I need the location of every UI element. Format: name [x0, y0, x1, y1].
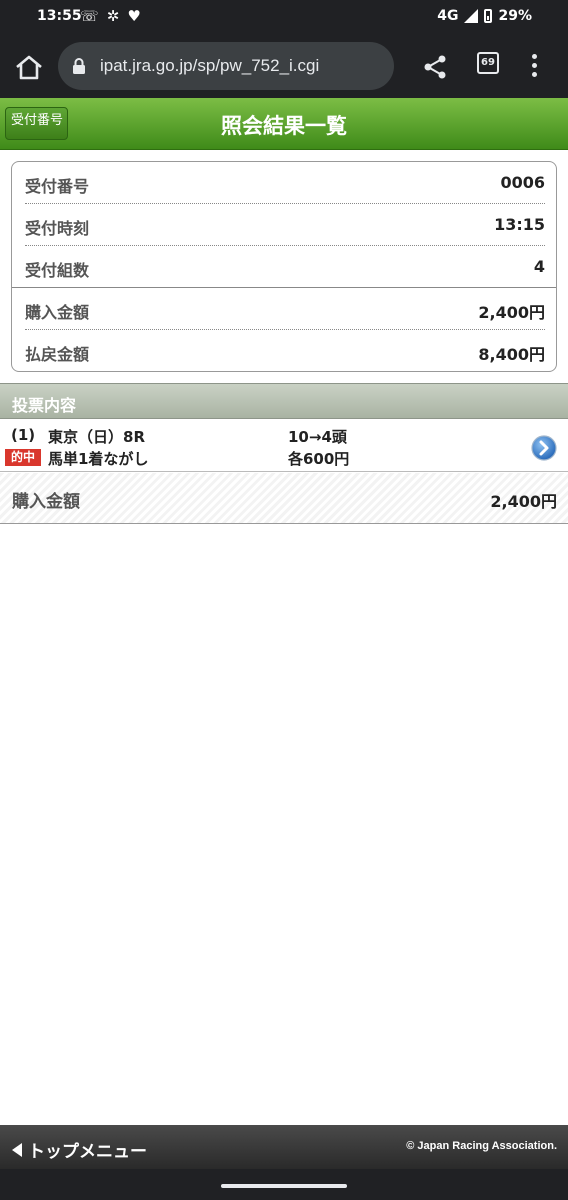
page-header: 受付番号 照会結果一覧 [0, 98, 568, 150]
section-header: 投票内容 [0, 383, 568, 419]
home-icon[interactable] [14, 54, 44, 80]
top-menu-label: トップメニュー [28, 1142, 147, 1162]
info-value: 4 [533, 257, 545, 276]
tab-switcher-button[interactable]: 69 [477, 52, 499, 74]
status-right: 4G 29% [437, 8, 532, 24]
browser-toolbar: ipat.jra.go.jp/sp/pw_752_i.cgi 69 [0, 34, 568, 98]
page-title: 照会結果一覧 [221, 114, 347, 138]
total-label: 購入金額 [12, 492, 80, 512]
status-bar: 13:55 ☏ ✲ ♥ 4G 29% [0, 0, 568, 34]
lock-icon [73, 58, 85, 74]
share-icon[interactable] [422, 54, 448, 80]
info-row-purchase-amount: 購入金額 2,400円 [25, 288, 545, 329]
network-label: 4G [437, 8, 459, 24]
missed-call-icon: ☏ [80, 7, 99, 25]
info-label: 払戻金額 [25, 345, 90, 364]
total-row: 購入金額 2,400円 [0, 473, 568, 524]
battery-percent: 29% [498, 8, 532, 24]
info-label: 受付時刻 [25, 219, 90, 238]
info-label: 受付番号 [25, 177, 90, 196]
copyright-text: © Japan Racing Association. [406, 1140, 557, 1152]
bet-type: 馬単1着ながし [48, 450, 149, 468]
bet-race: 東京（日）8R [48, 428, 145, 446]
info-row-receipt-number: 受付番号 0006 [25, 162, 545, 203]
settings-icon: ✲ [106, 7, 120, 25]
bet-number: (1) [11, 426, 36, 444]
info-label: 受付組数 [25, 261, 90, 280]
info-row-bet-count: 受付組数 4 [25, 246, 545, 287]
bet-list-item[interactable]: (1) 東京（日）8R 的中 馬単1着ながし 10→4頭 各600円 [0, 420, 568, 472]
total-value: 2,400円 [490, 492, 557, 511]
bet-combination: 10→4頭 [288, 428, 347, 446]
top-menu-link[interactable]: トップメニュー [12, 1137, 147, 1162]
address-bar[interactable]: ipat.jra.go.jp/sp/pw_752_i.cgi [58, 42, 394, 90]
gesture-handle[interactable] [221, 1184, 347, 1188]
system-nav-bar [0, 1169, 568, 1200]
info-row-payout-amount: 払戻金額 8,400円 [25, 330, 545, 371]
info-value: 13:15 [494, 215, 545, 234]
overflow-menu-icon[interactable] [530, 54, 538, 78]
info-value: 8,400円 [478, 345, 545, 364]
bet-amount-each: 各600円 [288, 450, 350, 468]
hit-badge: 的中 [5, 449, 41, 466]
info-row-receipt-time: 受付時刻 13:15 [25, 204, 545, 245]
receipt-info-box: 受付番号 0006 受付時刻 13:15 受付組数 4 購入金額 2,400円 … [11, 161, 557, 372]
status-time: 13:55 [37, 8, 82, 24]
status-icons: ☏ ✲ ♥ [80, 7, 141, 25]
url-text: ipat.jra.go.jp/sp/pw_752_i.cgi [100, 56, 320, 75]
detail-arrow-icon[interactable] [531, 435, 557, 461]
info-value: 2,400円 [478, 303, 545, 322]
info-label: 購入金額 [25, 303, 90, 322]
left-arrow-icon [12, 1142, 22, 1157]
signal-icon [464, 9, 479, 23]
battery-icon [484, 9, 493, 23]
heart-icon: ♥ [127, 7, 141, 25]
info-value: 0006 [500, 173, 545, 192]
page-footer: トップメニュー © Japan Racing Association. [0, 1125, 568, 1169]
